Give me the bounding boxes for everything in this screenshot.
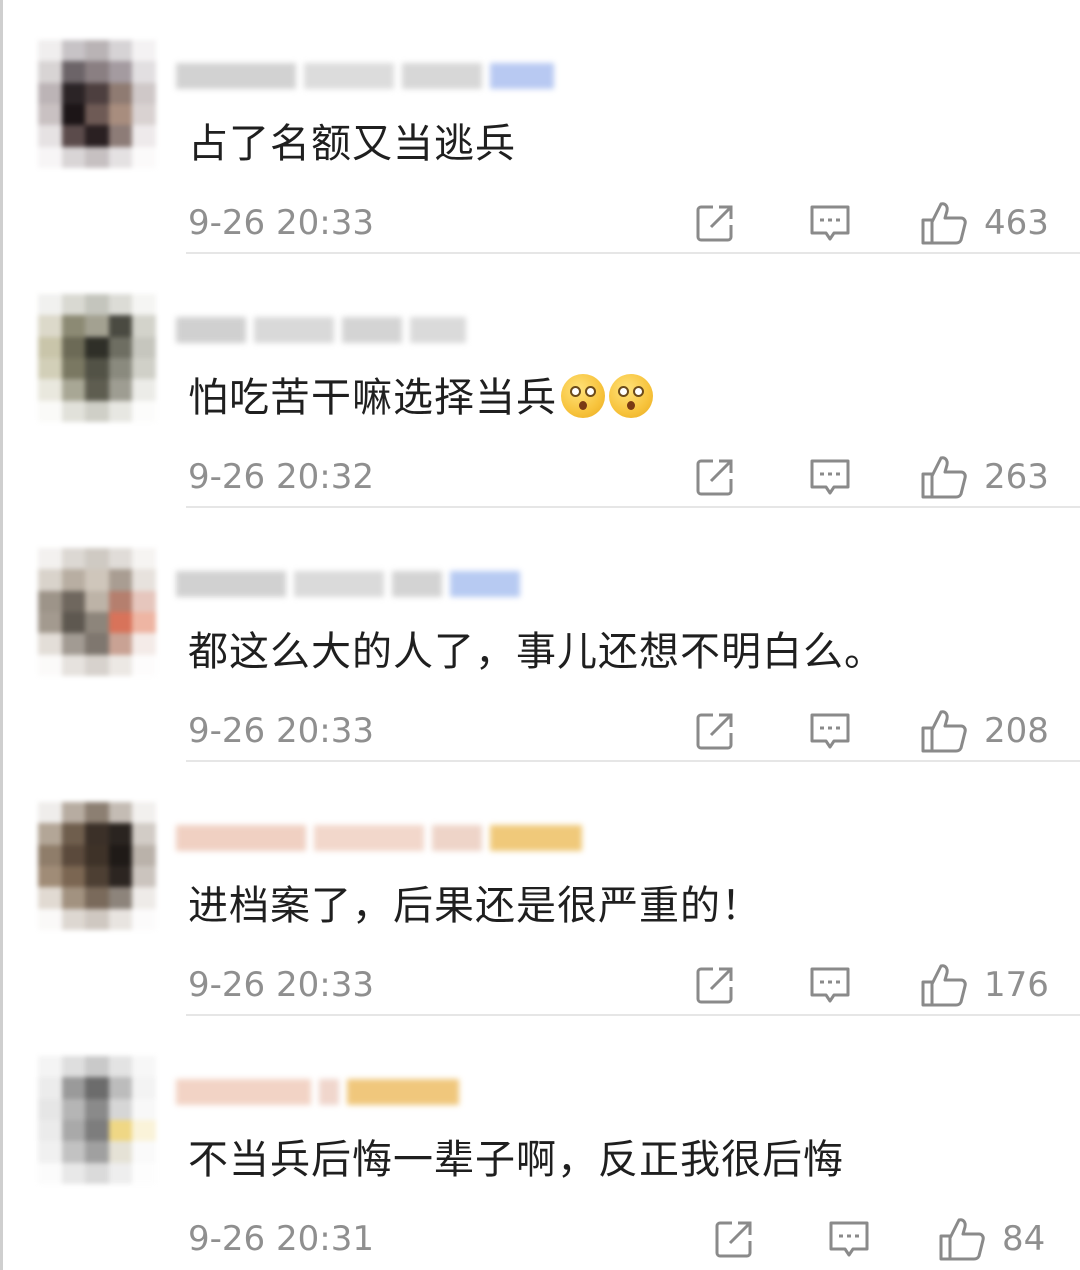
like-count: 208 bbox=[984, 711, 1049, 751]
share-icon bbox=[696, 459, 733, 496]
username-blurred[interactable] bbox=[176, 306, 474, 354]
comment-item: 都这么大的人了，事儿还想不明白么。 9-26 20:33 208 bbox=[0, 508, 1080, 762]
thumbs-up-icon bbox=[921, 710, 967, 753]
comment-time: 9-26 20:33 bbox=[188, 203, 374, 243]
like-button[interactable]: 208 bbox=[920, 708, 1049, 754]
avatar[interactable] bbox=[38, 40, 156, 168]
comment-text: 不当兵后悔一辈子啊，反正我很后悔 bbox=[188, 1137, 844, 1183]
thumbs-up-icon bbox=[939, 1218, 985, 1261]
comment-time: 9-26 20:31 bbox=[188, 1219, 374, 1259]
comment-time: 9-26 20:32 bbox=[188, 457, 374, 497]
comment-text: 怕吃苦干嘛选择当兵 bbox=[188, 372, 653, 424]
share-button[interactable] bbox=[712, 1216, 756, 1262]
avatar[interactable] bbox=[38, 548, 156, 676]
comment-list: 占了名额又当逃兵 9-26 20:33 463 怕吃苦干嘛选择当兵 9-26 2… bbox=[0, 0, 1080, 1270]
thumbs-up-icon bbox=[921, 964, 967, 1007]
comment-icon bbox=[829, 1221, 869, 1257]
like-count: 463 bbox=[984, 203, 1049, 243]
avatar[interactable] bbox=[38, 802, 156, 930]
comment-icon bbox=[810, 713, 850, 749]
share-icon bbox=[696, 713, 733, 750]
like-button[interactable]: 463 bbox=[920, 200, 1049, 246]
comment-meta: 9-26 20:32 263 bbox=[188, 454, 1049, 500]
share-button[interactable] bbox=[693, 708, 737, 754]
like-count: 263 bbox=[984, 457, 1049, 497]
share-button[interactable] bbox=[693, 962, 737, 1008]
like-button[interactable]: 263 bbox=[920, 454, 1049, 500]
comment-text: 进档案了，后果还是很严重的！ bbox=[188, 883, 762, 929]
reply-button[interactable] bbox=[808, 708, 852, 754]
comment-text: 都这么大的人了，事儿还想不明白么。 bbox=[188, 629, 885, 675]
shocked-face-emoji-icon bbox=[561, 374, 605, 418]
comment-item: 占了名额又当逃兵 9-26 20:33 463 bbox=[0, 0, 1080, 254]
share-icon bbox=[715, 1221, 752, 1258]
username-blurred[interactable] bbox=[176, 52, 562, 100]
comment-meta: 9-26 20:33 208 bbox=[188, 708, 1049, 754]
comment-meta: 9-26 20:33 176 bbox=[188, 962, 1049, 1008]
avatar[interactable] bbox=[38, 1056, 156, 1184]
reply-button[interactable] bbox=[808, 962, 852, 1008]
reply-button[interactable] bbox=[808, 200, 852, 246]
shocked-face-emoji-icon bbox=[609, 374, 653, 418]
avatar[interactable] bbox=[38, 294, 156, 422]
comment-meta: 9-26 20:33 463 bbox=[188, 200, 1049, 246]
username-blurred[interactable] bbox=[176, 814, 590, 862]
share-icon bbox=[696, 205, 733, 242]
like-count: 84 bbox=[1002, 1219, 1046, 1259]
username-blurred[interactable] bbox=[176, 1068, 467, 1116]
username-blurred[interactable] bbox=[176, 560, 528, 608]
comment-item: 不当兵后悔一辈子啊，反正我很后悔 9-26 20:31 84 bbox=[0, 1016, 1080, 1270]
comment-meta: 9-26 20:31 84 bbox=[188, 1216, 1048, 1262]
comment-icon bbox=[810, 967, 850, 1003]
comment-icon bbox=[810, 459, 850, 495]
comment-time: 9-26 20:33 bbox=[188, 965, 374, 1005]
share-icon bbox=[696, 967, 733, 1004]
comment-text: 占了名额又当逃兵 bbox=[188, 121, 516, 167]
thumbs-up-icon bbox=[921, 202, 967, 245]
like-count: 176 bbox=[984, 965, 1049, 1005]
reply-button[interactable] bbox=[808, 454, 852, 500]
like-button[interactable]: 176 bbox=[920, 962, 1049, 1008]
comment-item: 进档案了，后果还是很严重的！ 9-26 20:33 176 bbox=[0, 762, 1080, 1016]
reply-button[interactable] bbox=[827, 1216, 871, 1262]
share-button[interactable] bbox=[693, 454, 737, 500]
thumbs-up-icon bbox=[921, 456, 967, 499]
comment-time: 9-26 20:33 bbox=[188, 711, 374, 751]
share-button[interactable] bbox=[693, 200, 737, 246]
comment-icon bbox=[810, 205, 850, 241]
like-button[interactable]: 84 bbox=[938, 1216, 1045, 1262]
comment-item: 怕吃苦干嘛选择当兵 9-26 20:32 263 bbox=[0, 254, 1080, 508]
